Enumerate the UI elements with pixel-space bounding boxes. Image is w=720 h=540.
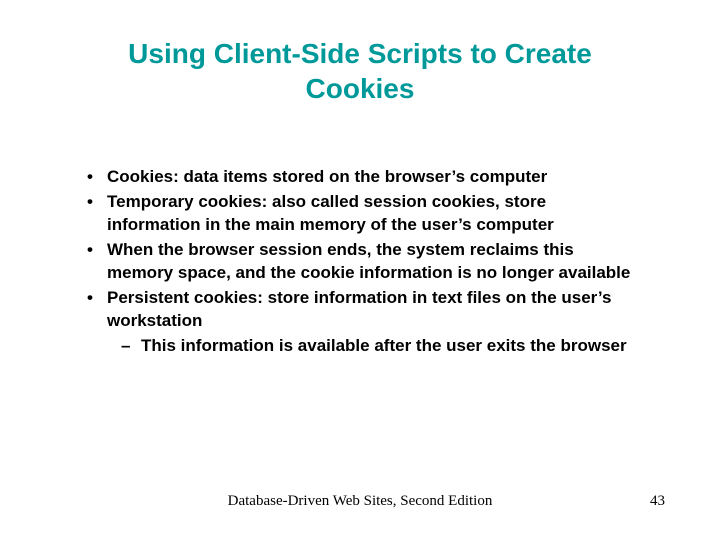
slide-footer: Database-Driven Web Sites, Second Editio… — [0, 493, 720, 510]
bullet-text: Cookies: data items stored on the browse… — [107, 167, 547, 186]
bullet-list-container: Cookies: data items stored on the browse… — [55, 166, 665, 358]
sub-bullet-list: This information is available after the … — [107, 335, 635, 358]
list-item: When the browser session ends, the syste… — [85, 239, 635, 285]
slide: Using Client-Side Scripts to Create Cook… — [0, 0, 720, 540]
list-item: Cookies: data items stored on the browse… — [85, 166, 635, 189]
list-item: Temporary cookies: also called session c… — [85, 191, 635, 237]
bullet-text: This information is available after the … — [141, 336, 627, 355]
page-number: 43 — [545, 493, 665, 510]
slide-title: Using Client-Side Scripts to Create Cook… — [55, 36, 665, 106]
bullet-text: Persistent cookies: store information in… — [107, 288, 611, 330]
bullet-text: When the browser session ends, the syste… — [107, 240, 630, 282]
list-item: This information is available after the … — [119, 335, 635, 358]
bullet-text: Temporary cookies: also called session c… — [107, 192, 554, 234]
footer-source: Database-Driven Web Sites, Second Editio… — [175, 493, 545, 510]
bullet-list: Cookies: data items stored on the browse… — [85, 166, 635, 358]
list-item: Persistent cookies: store information in… — [85, 287, 635, 358]
